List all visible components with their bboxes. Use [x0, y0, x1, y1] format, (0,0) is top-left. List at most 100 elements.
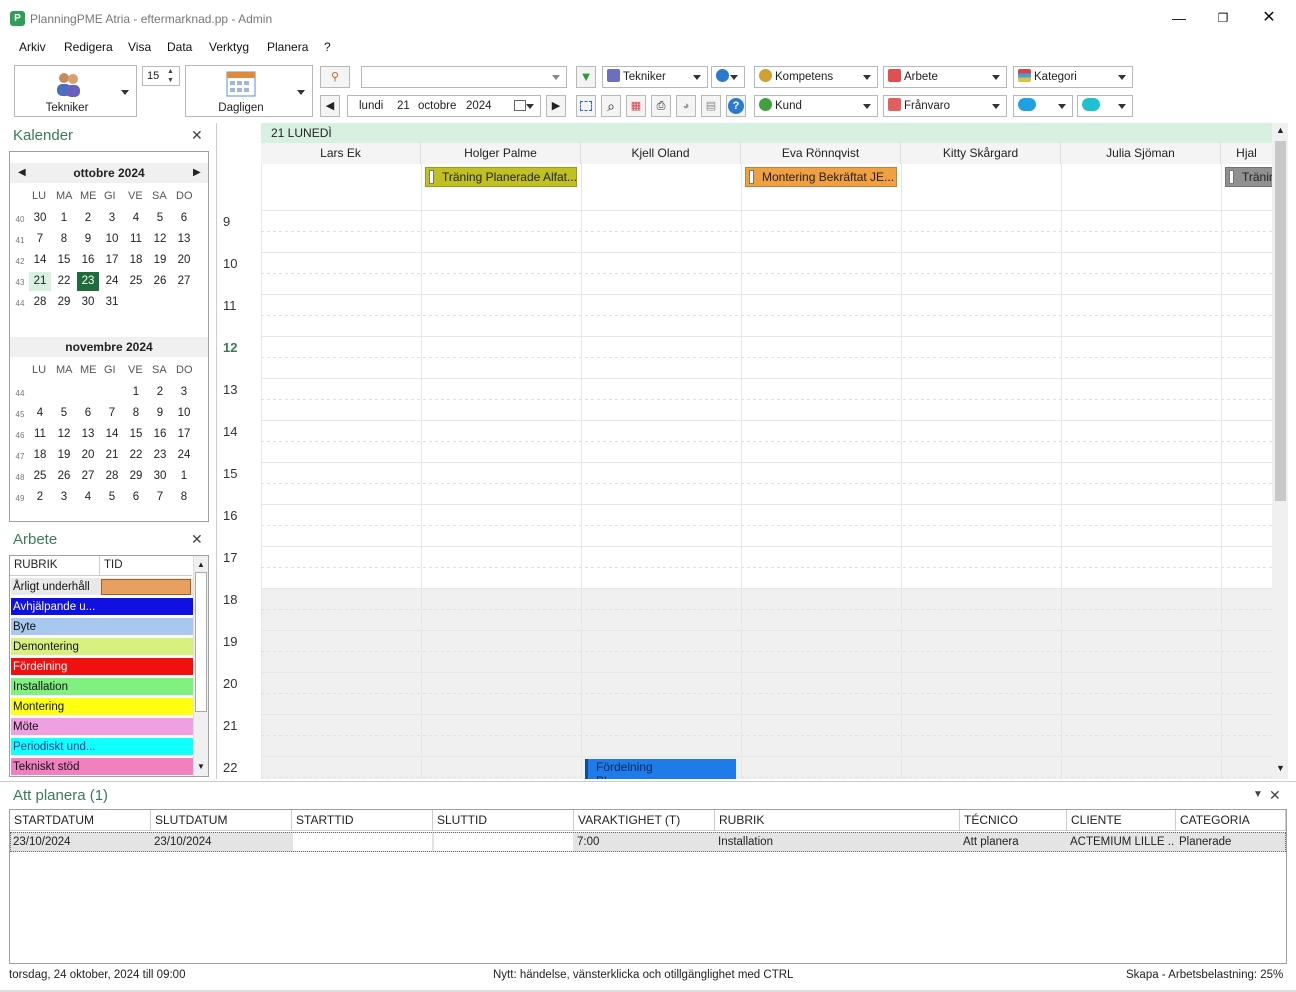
calendar-day[interactable]: 15: [53, 251, 75, 270]
calendar-day[interactable]: 3: [53, 488, 75, 507]
close-button[interactable]: ✕: [1254, 8, 1284, 28]
calendar-day[interactable]: 28: [29, 293, 51, 312]
column-header[interactable]: STARTTID: [292, 810, 433, 831]
calendar-day[interactable]: 7: [101, 404, 123, 423]
close-icon[interactable]: ✕: [191, 531, 203, 548]
calendar-day[interactable]: 11: [29, 425, 51, 444]
calendar-day[interactable]: 12: [53, 425, 75, 444]
select-area-button[interactable]: [576, 95, 596, 117]
calendar-day[interactable]: 23: [149, 446, 171, 465]
calendar-day[interactable]: 19: [53, 446, 75, 465]
arbete-scrollbar[interactable]: ▲ ▼: [193, 556, 208, 776]
next-date-button[interactable]: ▶: [546, 95, 566, 117]
scroll-down-icon[interactable]: ▼: [1276, 763, 1285, 773]
chevron-left-icon[interactable]: ◀: [18, 163, 26, 183]
menu-arkiv[interactable]: Arkiv: [19, 40, 46, 54]
column-header[interactable]: STARTDATUM: [10, 810, 151, 831]
calendar-day[interactable]: 1: [173, 467, 195, 486]
column-header-tid[interactable]: TID: [100, 556, 192, 576]
calendar-day[interactable]: 28: [101, 467, 123, 486]
help-button[interactable]: ?: [726, 95, 746, 117]
hierarchy-button[interactable]: ⚲: [320, 66, 350, 88]
column-header[interactable]: TÉCNICO: [960, 810, 1067, 831]
resource-header[interactable]: Holger Palme: [421, 143, 581, 164]
column-header[interactable]: CATEGORIA: [1176, 810, 1286, 831]
scheduler-scrollbar[interactable]: ▲ ▼: [1272, 123, 1288, 779]
list-item[interactable]: Tekniskt stöd: [11, 758, 193, 776]
percent-combo[interactable]: [711, 66, 745, 88]
calendar-day[interactable]: 30: [29, 209, 51, 228]
resource-header[interactable]: Eva Rönnqvist: [741, 143, 901, 164]
calendar-day[interactable]: 8: [53, 230, 75, 249]
filter-tekniker-combo[interactable]: Tekniker: [602, 66, 708, 88]
chevron-down-icon[interactable]: ▼: [1253, 789, 1263, 800]
calendar-day[interactable]: 5: [53, 404, 75, 423]
close-icon[interactable]: ✕: [191, 127, 203, 144]
calendar-day[interactable]: 30: [149, 467, 171, 486]
calendar-icon[interactable]: [514, 100, 526, 111]
calendar-day[interactable]: 25: [29, 467, 51, 486]
prev-date-button[interactable]: ◀: [320, 95, 340, 117]
column-header[interactable]: VARAKTIGHET (T): [574, 810, 715, 831]
calendar-day[interactable]: 26: [53, 467, 75, 486]
calendar-day[interactable]: 29: [53, 293, 75, 312]
calendar-day[interactable]: 20: [173, 251, 195, 270]
menu-planera[interactable]: Planera: [267, 40, 308, 54]
calendar-day[interactable]: 4: [77, 488, 99, 507]
resource-header[interactable]: Kitty Skårgard: [901, 143, 1061, 164]
maximize-button[interactable]: ❐: [1208, 8, 1238, 28]
scroll-up-icon[interactable]: ▲: [1276, 125, 1285, 135]
schedule-button[interactable]: ▦: [626, 95, 646, 117]
toggle-combo-2[interactable]: [1077, 95, 1133, 117]
calendar-day[interactable]: 7: [29, 230, 51, 249]
chevron-right-icon[interactable]: ▶: [193, 163, 201, 183]
resource-header[interactable]: Kjell Oland: [581, 143, 741, 164]
calendar-day[interactable]: 19: [149, 251, 171, 270]
slot-spinner[interactable]: 15 ▲ ▼: [142, 66, 180, 86]
calendar-day[interactable]: 22: [53, 272, 75, 291]
calendar-day[interactable]: 8: [173, 488, 195, 507]
scroll-thumb[interactable]: [1275, 141, 1286, 501]
column-header[interactable]: RUBRIK: [715, 810, 960, 831]
calendar-day[interactable]: 4: [29, 404, 51, 423]
calendar-day[interactable]: 22: [125, 446, 147, 465]
list-item[interactable]: Demontering: [11, 638, 193, 656]
calendar-day[interactable]: 18: [125, 251, 147, 270]
list-item[interactable]: Installation: [11, 678, 193, 696]
calendar-day[interactable]: 1: [53, 209, 75, 228]
event-block[interactable]: Tränin: [1225, 167, 1275, 187]
calendar-day[interactable]: 31: [101, 293, 123, 312]
scroll-up-icon[interactable]: ▲: [197, 560, 205, 569]
list-item[interactable]: Årligt underhåll: [11, 578, 193, 596]
event-block[interactable]: FördelningPl...: [585, 759, 736, 779]
list-item[interactable]: Montering: [11, 698, 193, 716]
calendar-day[interactable]: 21: [101, 446, 123, 465]
calendar-day-today[interactable]: 23: [77, 272, 99, 291]
menu-data[interactable]: Data: [167, 40, 192, 54]
list-item[interactable]: Periodiskt und...: [11, 738, 193, 756]
calendar-day-selected[interactable]: 21: [29, 272, 51, 291]
calendar-day[interactable]: 2: [77, 209, 99, 228]
calendar-day[interactable]: 1: [125, 383, 147, 402]
column-header[interactable]: SLUTDATUM: [151, 810, 292, 831]
calendar-day[interactable]: 17: [101, 251, 123, 270]
calendar-day[interactable]: 10: [173, 404, 195, 423]
column-header[interactable]: SLUTTID: [433, 810, 574, 831]
calendar-day[interactable]: 26: [149, 272, 171, 291]
filter-button[interactable]: ▼: [576, 66, 596, 88]
close-icon[interactable]: ✕: [1269, 787, 1281, 804]
resource-header[interactable]: Lars Ek: [261, 143, 421, 164]
print-button[interactable]: ⎙: [651, 95, 671, 117]
filter-kompetens-combo[interactable]: Kompetens: [754, 66, 878, 88]
scroll-thumb[interactable]: [195, 572, 207, 712]
chart-button[interactable]: ◕: [676, 95, 696, 117]
date-picker[interactable]: lundi 21 octobre 2024: [347, 95, 541, 117]
list-item[interactable]: Byte: [11, 618, 193, 636]
calendar-day[interactable]: 16: [77, 251, 99, 270]
export-button[interactable]: ▤: [701, 95, 721, 117]
search-combo[interactable]: [361, 66, 567, 88]
calendar-day[interactable]: 5: [101, 488, 123, 507]
menu-verktyg[interactable]: Verktyg: [209, 40, 249, 54]
resource-header[interactable]: Julia Sjöman: [1061, 143, 1221, 164]
calendar-day[interactable]: 2: [29, 488, 51, 507]
